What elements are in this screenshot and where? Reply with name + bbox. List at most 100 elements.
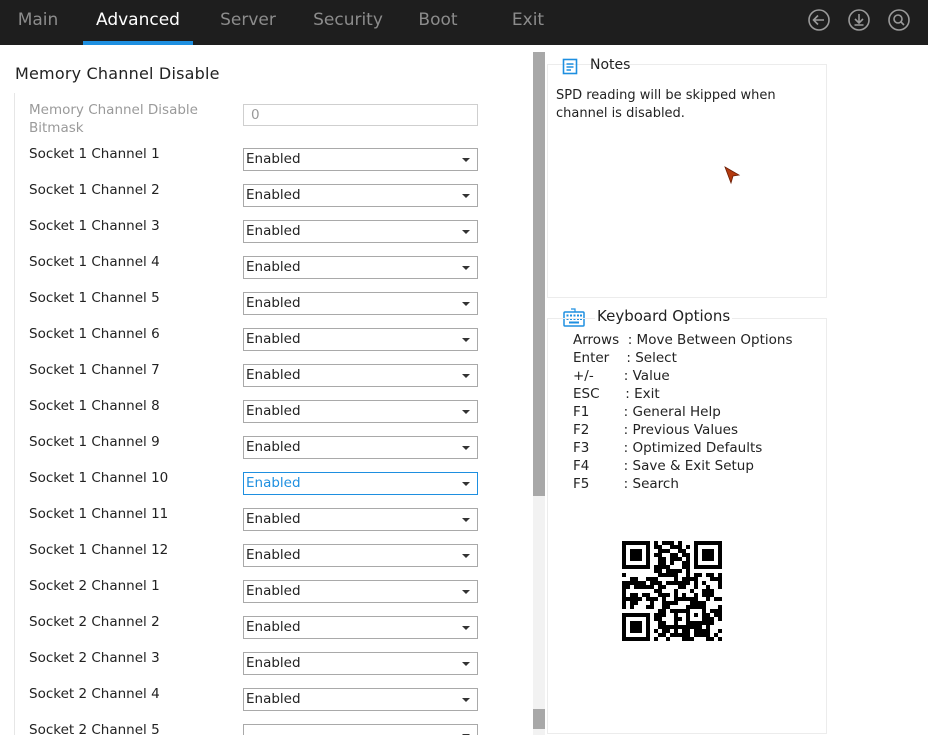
dropdown-caret-icon [462,194,470,198]
setting-value: Enabled [246,295,301,311]
page-title: Memory Channel Disable [15,64,220,83]
dropdown-caret-icon [462,626,470,630]
setting-value: Enabled [246,619,301,635]
bitmask-label: Memory Channel Disable Bitmask [29,102,198,136]
dropdown-caret-icon [462,698,470,702]
setting-value: Enabled [246,259,301,275]
keyboard-option-line: Arrows : Move Between Options [573,332,793,348]
setting-value: Enabled [246,403,301,419]
notes-box: Notes SPD reading will be skipped when c… [547,57,827,298]
dropdown-caret-icon [462,266,470,270]
keyboard-option-line: F2 : Previous Values [573,422,738,438]
setting-label: Socket 1 Channel 4 [29,254,160,270]
setting-dropdown[interactable]: Enabled [243,328,478,351]
setting-label: Socket 1 Channel 3 [29,218,160,234]
keyboard-option-line: +/- : Value [573,368,670,384]
dropdown-caret-icon [462,662,470,666]
keyboard-option-line: F4 : Save & Exit Setup [573,458,754,474]
dropdown-caret-icon [462,374,470,378]
panel-divider [14,93,15,735]
setting-dropdown[interactable]: Enabled [243,652,478,675]
setting-dropdown[interactable]: Enabled [243,688,478,711]
setting-value: Enabled [246,187,301,203]
setting-value: Enabled [246,331,301,347]
setting-label: Socket 2 Channel 5 [29,722,160,735]
setting-value: Enabled [246,367,301,383]
bitmask-input: 0 [243,104,478,126]
setting-dropdown[interactable]: Enabled [243,220,478,243]
dropdown-caret-icon [462,518,470,522]
setting-label: Socket 1 Channel 5 [29,290,160,306]
setting-dropdown[interactable]: Enabled [243,364,478,387]
help-panel: Notes SPD reading will be skipped when c… [545,45,928,735]
tab-main[interactable]: Main [13,0,63,45]
setting-label: Socket 1 Channel 8 [29,398,160,414]
setting-label: Socket 1 Channel 11 [29,506,169,522]
dropdown-caret-icon [462,230,470,234]
settings-panel: Memory Channel Disable Memory Channel Di… [0,45,545,735]
setting-label: Socket 2 Channel 1 [29,578,160,594]
dropdown-caret-icon [462,482,470,486]
setting-value: Enabled [246,583,301,599]
setting-label: Socket 1 Channel 12 [29,542,169,558]
setting-value: Enabled [246,511,301,527]
keyboard-option-line: F1 : General Help [573,404,721,420]
setting-label: Socket 1 Channel 6 [29,326,160,342]
setting-dropdown[interactable]: Enabled [243,292,478,315]
setting-value: Enabled [246,151,301,167]
setting-dropdown[interactable]: Enabled [243,148,478,171]
dropdown-caret-icon [462,338,470,342]
keyboard-options-title: Keyboard Options [595,307,733,325]
setting-label: Socket 1 Channel 1 [29,146,160,162]
setting-dropdown[interactable]: Enabled [243,544,478,567]
dropdown-caret-icon [462,158,470,162]
dropdown-caret-icon [462,590,470,594]
mouse-cursor-icon [724,166,741,185]
top-nav-bar: Main Advanced Server Security Boot Exit [0,0,928,45]
setting-dropdown[interactable]: Enabled [243,400,478,423]
setting-label: Socket 1 Channel 9 [29,434,160,450]
setting-value: Enabled [246,223,301,239]
tab-security[interactable]: Security [310,0,386,45]
notes-icon [562,58,578,75]
dropdown-caret-icon [462,554,470,558]
notes-text: SPD reading will be skipped when channel… [556,88,776,121]
search-icon[interactable] [888,9,910,31]
setting-dropdown[interactable]: Enabled [243,256,478,279]
setting-dropdown[interactable]: Enabled [243,184,478,207]
back-arrow-icon[interactable] [808,9,830,31]
notes-title: Notes [590,57,631,73]
download-icon[interactable] [848,9,870,31]
setting-dropdown[interactable]: Enabled [243,580,478,603]
setting-dropdown[interactable]: Enabled [243,472,478,495]
scrollbar-thumb[interactable] [533,52,545,496]
setting-label: Socket 2 Channel 3 [29,650,160,666]
setting-value: Enabled [246,691,301,707]
setting-value: Enabled [246,547,301,563]
setting-value: Enabled [246,439,301,455]
dropdown-caret-icon [462,410,470,414]
setting-value: Enabled [246,655,301,671]
setting-dropdown[interactable]: Enabled [243,508,478,531]
tab-server[interactable]: Server [215,0,281,45]
setting-dropdown[interactable]: Enabled [243,616,478,639]
qr-code [612,531,733,651]
dropdown-caret-icon [462,302,470,306]
setting-dropdown[interactable] [243,724,478,735]
setting-dropdown[interactable]: Enabled [243,436,478,459]
tab-exit[interactable]: Exit [508,0,548,45]
tab-boot[interactable]: Boot [413,0,463,45]
tab-advanced[interactable]: Advanced [83,0,193,45]
scrollbar-bottom-thumb[interactable] [533,709,545,729]
setting-label: Socket 1 Channel 10 [29,470,169,486]
setting-label: Socket 2 Channel 4 [29,686,160,702]
setting-label: Socket 1 Channel 7 [29,362,160,378]
keyboard-option-line: ESC : Exit [573,386,660,402]
keyboard-option-line: Enter : Select [573,350,677,366]
setting-label: Socket 1 Channel 2 [29,182,160,198]
keyboard-option-line: F5 : Search [573,476,679,492]
dropdown-caret-icon [462,446,470,450]
keyboard-option-line: F3 : Optimized Defaults [573,440,763,456]
setting-label: Socket 2 Channel 2 [29,614,160,630]
setting-value: Enabled [246,475,301,491]
